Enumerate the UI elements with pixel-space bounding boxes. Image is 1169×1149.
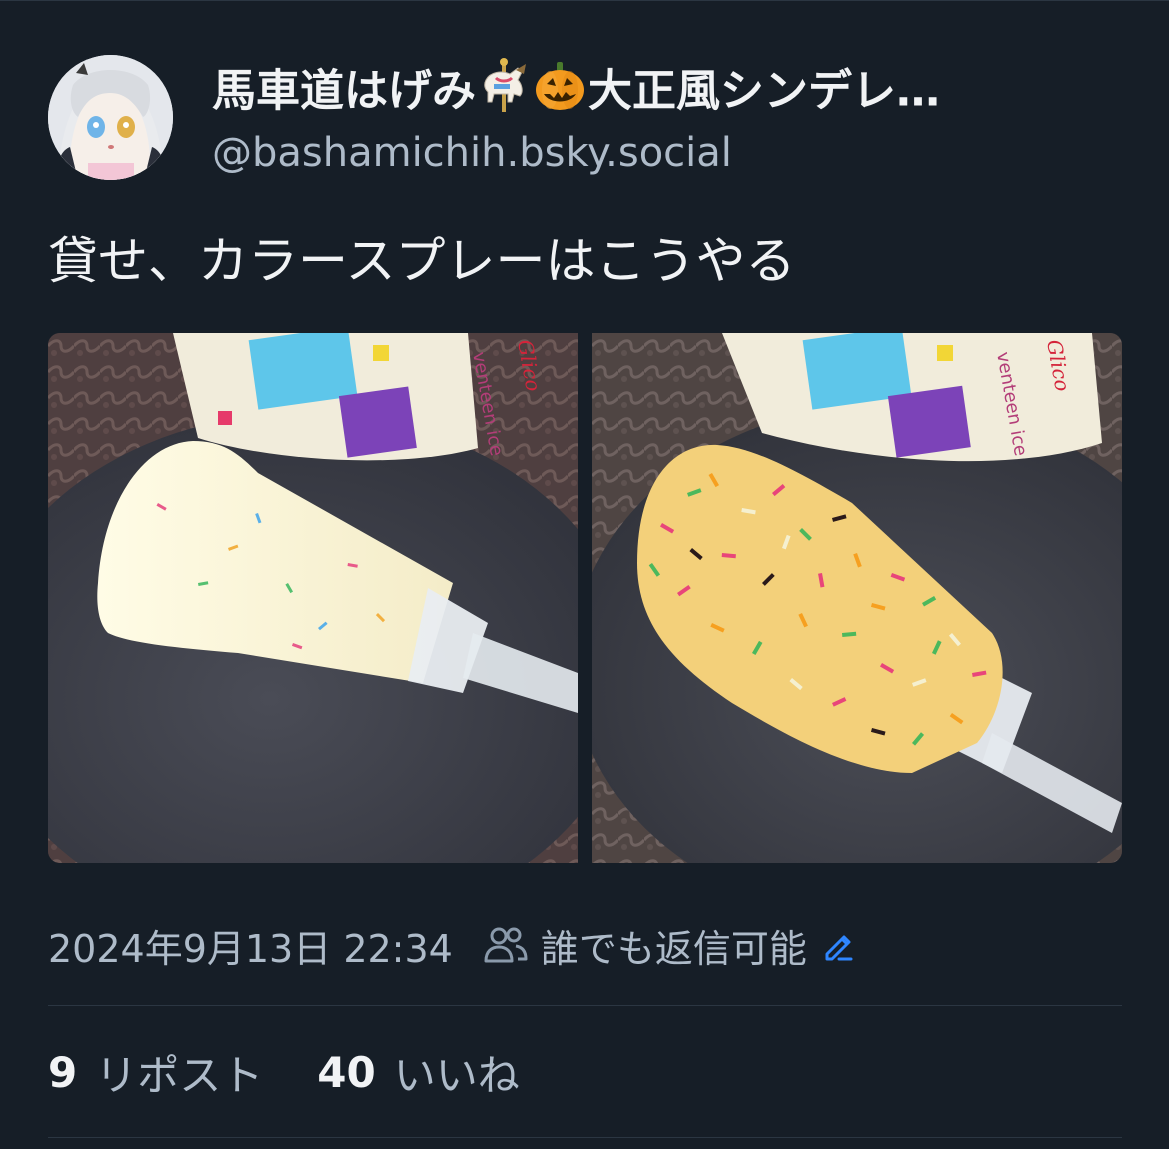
post-stats-row: 9 リポスト 40 いいね bbox=[48, 1044, 520, 1100]
post-meta-row: 2024年9月13日 22:34 誰でも返信可能 bbox=[48, 918, 855, 972]
author-handle[interactable]: @bashamichih.bsky.social bbox=[212, 127, 732, 179]
reposts-count[interactable]: 9 bbox=[48, 1048, 77, 1097]
post-text: 貸せ、カラースプレーはこうやる bbox=[48, 232, 796, 290]
author-display-name[interactable]: 馬車道はげみ 大正風シンデレ… bbox=[212, 58, 1112, 129]
top-divider bbox=[0, 0, 1169, 1]
likes-count[interactable]: 40 bbox=[317, 1048, 375, 1097]
reposts-label[interactable]: リポスト bbox=[95, 1042, 263, 1103]
divider bbox=[48, 1005, 1122, 1006]
post-thread-view: 馬車道はげみ 大正風シンデレ… @bashamichih.bsky.social… bbox=[0, 0, 1169, 1149]
avatar-image bbox=[48, 55, 173, 180]
display-name-suffix: 大正風シンデレ… bbox=[588, 65, 940, 117]
pencil-icon[interactable] bbox=[821, 928, 855, 962]
people-icon bbox=[483, 925, 529, 965]
jack-o-lantern-icon bbox=[532, 58, 588, 129]
post-image-after[interactable]: venteen ice Glico bbox=[592, 333, 1122, 863]
avatar[interactable] bbox=[48, 55, 173, 180]
post-image-before[interactable]: venteen ice Glico bbox=[48, 333, 578, 863]
likes-label[interactable]: いいね bbox=[394, 1042, 520, 1103]
divider bbox=[48, 1137, 1122, 1138]
reply-setting-label: 誰でも返信可能 bbox=[540, 926, 807, 971]
carousel-horse-icon bbox=[476, 58, 532, 129]
post-timestamp: 2024年9月13日 22:34 bbox=[48, 926, 453, 971]
display-name-text: 馬車道はげみ bbox=[212, 65, 476, 117]
